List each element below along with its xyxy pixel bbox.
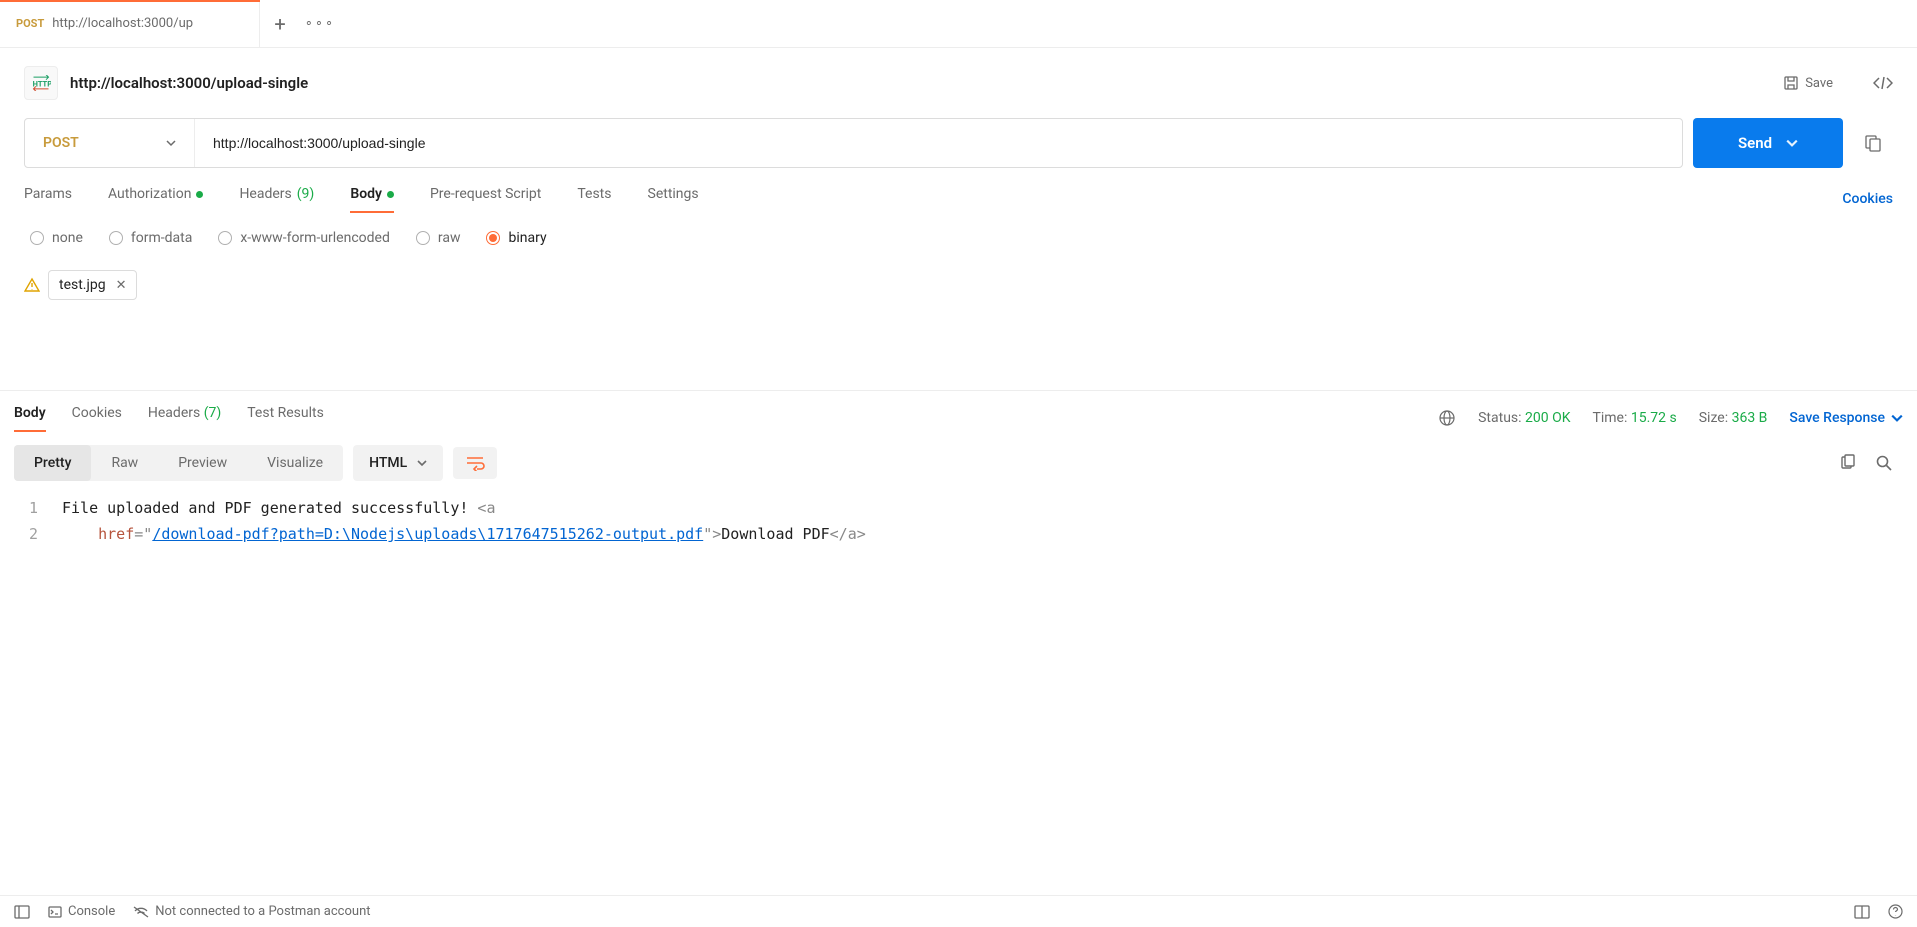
method-url-box: POST xyxy=(24,118,1683,168)
copy-response-button[interactable] xyxy=(1839,454,1857,472)
tab-params[interactable]: Params xyxy=(24,186,72,212)
code-icon[interactable] xyxy=(1873,75,1893,91)
warning-icon xyxy=(24,277,40,293)
response-body[interactable]: 1File uploaded and PDF generated success… xyxy=(0,491,1917,547)
file-name: test.jpg xyxy=(59,277,106,293)
tab-pre-request-script[interactable]: Pre-request Script xyxy=(430,186,541,212)
response-view-tabs: Pretty Raw Preview Visualize HTML xyxy=(0,431,1917,491)
method-selector[interactable]: POST xyxy=(25,119,195,167)
console-button[interactable]: Console xyxy=(48,904,115,919)
body-type-radios: none form-data x-www-form-urlencoded raw… xyxy=(0,212,1917,258)
tab-method: POST xyxy=(16,17,44,30)
radio-none[interactable]: none xyxy=(30,230,83,246)
chevron-down-icon xyxy=(166,138,176,148)
cookies-link[interactable]: Cookies xyxy=(1842,191,1893,207)
status-value: 200 OK xyxy=(1525,410,1571,426)
binary-file-row: test.jpg ✕ xyxy=(0,258,1917,300)
radio-form-data[interactable]: form-data xyxy=(109,230,192,246)
viewtab-preview[interactable]: Preview xyxy=(158,445,247,481)
response-language-selector[interactable]: HTML xyxy=(353,445,443,481)
request-name[interactable]: http://localhost:3000/upload-single xyxy=(70,74,1761,92)
tab-title: http://localhost:3000/up xyxy=(52,16,193,31)
response-tab-body[interactable]: Body xyxy=(14,405,46,431)
globe-icon[interactable] xyxy=(1438,409,1456,427)
request-config-tabs: Params Authorization Headers (9) Body Pr… xyxy=(0,168,1917,212)
http-icon: HTTP xyxy=(24,66,58,100)
request-bar: POST Send xyxy=(0,118,1917,168)
radio-x-www-form-urlencoded[interactable]: x-www-form-urlencoded xyxy=(218,230,390,246)
method-label: POST xyxy=(43,135,79,151)
tab-body[interactable]: Body xyxy=(350,186,394,212)
remove-file-button[interactable]: ✕ xyxy=(116,278,127,293)
save-label: Save xyxy=(1805,76,1833,91)
chevron-down-icon xyxy=(1786,137,1798,149)
tab-headers[interactable]: Headers (9) xyxy=(239,186,314,212)
tab-tests[interactable]: Tests xyxy=(577,186,611,212)
radio-binary[interactable]: binary xyxy=(486,230,546,246)
wrap-lines-button[interactable] xyxy=(453,447,497,479)
url-input[interactable] xyxy=(195,119,1682,167)
new-tab-button[interactable]: + xyxy=(260,0,300,48)
status-dot-icon xyxy=(196,191,203,198)
status-dot-icon xyxy=(387,191,394,198)
file-chip[interactable]: test.jpg ✕ xyxy=(48,270,137,300)
response-tab-cookies[interactable]: Cookies xyxy=(72,405,122,431)
connection-status[interactable]: Not connected to a Postman account xyxy=(133,904,370,919)
request-tab[interactable]: POST http://localhost:3000/up xyxy=(0,0,260,48)
tab-options-button[interactable]: ∘∘∘ xyxy=(300,0,340,48)
radio-raw[interactable]: raw xyxy=(416,230,461,246)
save-response-button[interactable]: Save Response xyxy=(1789,410,1903,426)
save-button[interactable]: Save xyxy=(1773,69,1843,97)
response-tab-headers[interactable]: Headers (7) xyxy=(148,405,221,431)
response-meta: Status: 200 OK Time: 15.72 s Size: 363 B… xyxy=(1438,409,1903,427)
request-header: HTTP http://localhost:3000/upload-single… xyxy=(0,48,1917,118)
response-tab-test-results[interactable]: Test Results xyxy=(247,405,324,431)
send-button[interactable]: Send xyxy=(1693,118,1843,168)
layout-toggle[interactable] xyxy=(1854,905,1870,919)
time-value: 15.72 s xyxy=(1631,410,1677,426)
search-response-button[interactable] xyxy=(1875,454,1893,472)
tab-authorization[interactable]: Authorization xyxy=(108,186,203,212)
tab-bar: POST http://localhost:3000/up + ∘∘∘ xyxy=(0,0,1917,48)
status-bar: Console Not connected to a Postman accou… xyxy=(0,895,1917,927)
tab-settings[interactable]: Settings xyxy=(648,186,699,212)
right-panel-toggle[interactable] xyxy=(1853,118,1893,168)
help-button[interactable] xyxy=(1888,904,1903,919)
save-icon xyxy=(1783,75,1799,91)
size-value: 363 B xyxy=(1732,410,1768,426)
viewtab-pretty[interactable]: Pretty xyxy=(14,445,91,481)
sidebar-toggle[interactable] xyxy=(14,905,30,919)
viewtab-visualize[interactable]: Visualize xyxy=(247,445,343,481)
viewtab-raw[interactable]: Raw xyxy=(91,445,158,481)
send-label: Send xyxy=(1738,134,1772,152)
response-tabs: Body Cookies Headers (7) Test Results St… xyxy=(0,391,1917,431)
